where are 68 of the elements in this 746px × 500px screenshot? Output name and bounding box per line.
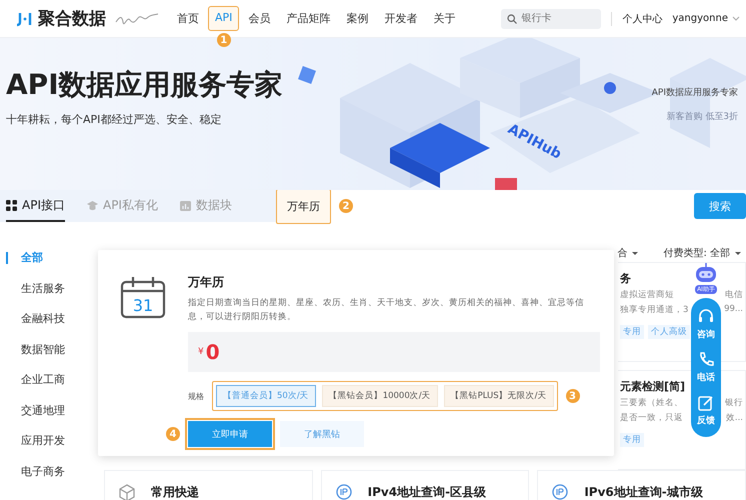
nav-link[interactable]: 产品矩阵 bbox=[279, 6, 338, 31]
search-input[interactable]: 万年历 bbox=[276, 188, 331, 224]
card-title: 元素检测[简] bbox=[620, 379, 686, 394]
card-description: 效... bbox=[726, 412, 743, 424]
step-number-badge: 3 bbox=[566, 389, 580, 404]
username[interactable]: yangyonne bbox=[672, 13, 728, 24]
step-number-badge: 1 bbox=[216, 33, 231, 47]
bar-chart-icon bbox=[180, 200, 191, 210]
plan-option[interactable]: 【黑钻PLUS】无限次/天 bbox=[444, 385, 554, 408]
hero-subtitle: 十年耕耘，每个API都经过严选、安全、稳定 bbox=[6, 112, 222, 127]
category-tab[interactable]: API接口 bbox=[6, 190, 65, 222]
card-tag: 个人高级 bbox=[648, 325, 690, 339]
nav-link[interactable]: 开发者 bbox=[377, 6, 424, 31]
card-title: 常用快递 bbox=[151, 484, 199, 500]
edit-icon[interactable] bbox=[697, 394, 715, 412]
step-number-badge: 4 bbox=[166, 427, 180, 442]
sidebar-item[interactable]: 交通地理 bbox=[0, 396, 98, 426]
nav-link[interactable]: 首页 bbox=[170, 6, 206, 31]
card-description: 三要素（姓名、 bbox=[620, 397, 683, 409]
currency-symbol: ¥ bbox=[198, 347, 204, 358]
card-title: IPv4地址查询-区县级 bbox=[368, 484, 486, 500]
api-card[interactable]: IPv4地址查询-区县级 bbox=[320, 470, 530, 500]
brand-name: 聚合数据 bbox=[38, 8, 106, 30]
plan-option[interactable]: 【黑钻会员】10000次/天 bbox=[322, 385, 438, 408]
card-description: 99... bbox=[724, 304, 743, 316]
user-center-link[interactable]: 个人中心 bbox=[622, 12, 662, 26]
sidebar-item[interactable]: 金融科技 bbox=[0, 304, 98, 334]
caret-icon bbox=[631, 250, 640, 256]
search-field[interactable]: 银行卡 bbox=[501, 8, 602, 28]
sidebar-item[interactable]: 电子商务 bbox=[0, 456, 98, 487]
api-card[interactable]: 常用快递 bbox=[104, 470, 313, 500]
nav-link[interactable]: 关于 bbox=[426, 6, 462, 31]
step-number-badge: 2 bbox=[339, 199, 353, 213]
sidebar-item[interactable]: 企业工商 bbox=[0, 365, 98, 396]
card-tag: 专用 bbox=[620, 433, 644, 447]
api-description: 指定日期查询当日的星期、星座、农历、生肖、天干地支、岁次、黄历相关的福神、喜神、宜忌等信息，可以进行阴阳历转换。 bbox=[188, 297, 585, 324]
card-description: 是否一致，只返 bbox=[620, 412, 683, 424]
filter-dropdown[interactable]: 付费类型: 全部 bbox=[663, 246, 742, 260]
card-tag: 专用 bbox=[620, 325, 644, 339]
spec-label: 规格 bbox=[188, 390, 204, 402]
card-title: 务 bbox=[620, 271, 631, 286]
banner-caption: API数据应用服务专家 bbox=[652, 86, 738, 99]
card-description: 电信 bbox=[725, 289, 743, 301]
api-card[interactable]: IPv6地址查询-城市级 bbox=[537, 470, 746, 500]
ip-location-icon bbox=[334, 482, 354, 500]
sidebar-item[interactable]: 数据智能 bbox=[0, 334, 98, 365]
box-icon bbox=[117, 482, 137, 500]
sidebar-item[interactable]: 应用开发 bbox=[0, 426, 98, 456]
sidebar-item[interactable]: 生活服务 bbox=[0, 274, 98, 304]
card-description: 银行 bbox=[725, 397, 743, 409]
card-description: 虚拟运营商短 bbox=[620, 289, 674, 301]
nav-link[interactable]: 会员 bbox=[241, 6, 278, 31]
slogan-drawing bbox=[114, 12, 160, 26]
card-title: IPv6地址查询-城市级 bbox=[584, 484, 703, 500]
filter-dropdown[interactable]: 合 bbox=[617, 246, 640, 260]
grid-icon bbox=[6, 200, 17, 210]
ip-location-icon bbox=[550, 482, 570, 500]
hero-title: API数据应用服务专家 bbox=[6, 67, 284, 103]
caret-icon bbox=[734, 250, 742, 256]
api-title: 万年历 bbox=[188, 274, 225, 291]
card-description: 独享专用通道，3 bbox=[620, 304, 688, 316]
graduation-cap-icon bbox=[86, 200, 98, 210]
search-icon bbox=[507, 14, 518, 24]
banner-note: 新客首购 低至3折 bbox=[666, 110, 738, 123]
price-amount: 0 bbox=[206, 340, 220, 364]
caret-icon bbox=[732, 16, 740, 21]
phone-icon[interactable] bbox=[697, 351, 715, 369]
nav-link[interactable]: 案例 bbox=[339, 6, 376, 31]
